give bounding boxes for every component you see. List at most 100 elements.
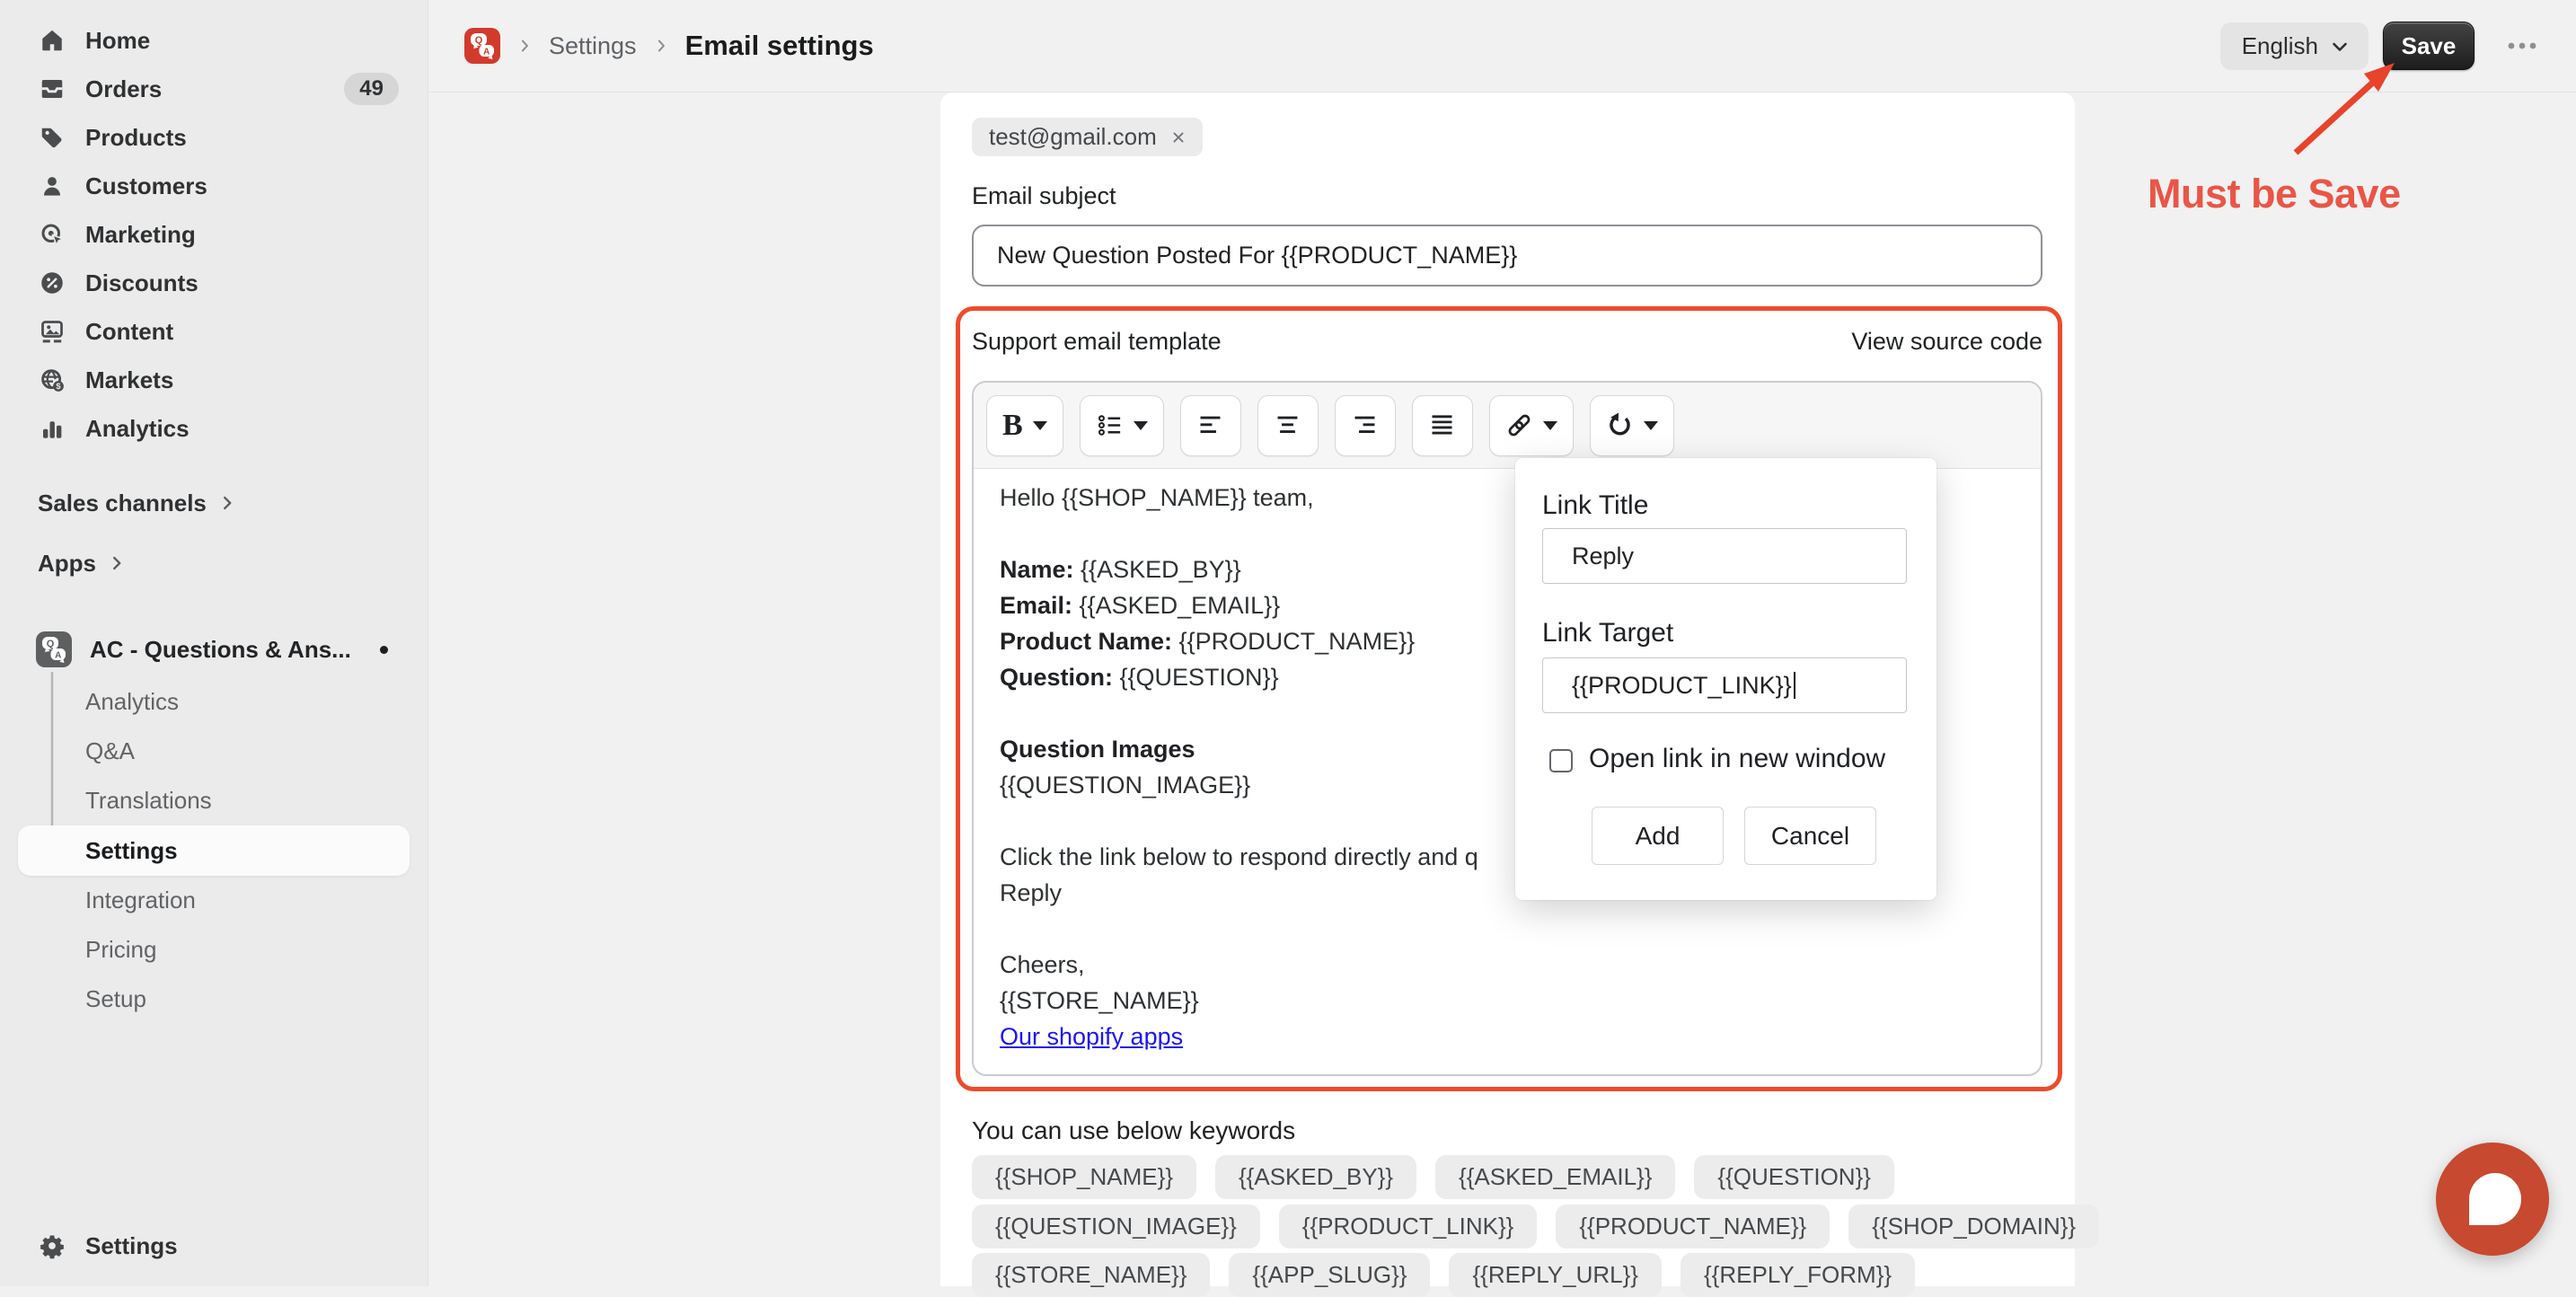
app-subnav-item-analytics[interactable]: Analytics [0, 677, 428, 727]
keyword-chip[interactable]: {{PRODUCT_LINK}} [1279, 1204, 1538, 1248]
analytics-icon [38, 414, 66, 443]
sidebar-item-label: Analytics [85, 415, 190, 443]
sidebar-item-customers[interactable]: Customers [0, 162, 428, 210]
keyword-chip[interactable]: {{QUESTION_IMAGE}} [972, 1204, 1260, 1248]
undo-icon [1606, 411, 1634, 439]
sidebar-item-marketing[interactable]: Marketing [0, 210, 428, 259]
sidebar-item-content[interactable]: Content [0, 307, 428, 356]
sidebar-item-discounts[interactable]: Discounts [0, 259, 428, 307]
marketing-icon [38, 220, 66, 249]
sidebar-item-analytics[interactable]: Analytics [0, 404, 428, 453]
sidebar-item-markets[interactable]: $Markets [0, 356, 428, 404]
save-button[interactable]: Save [2383, 22, 2475, 70]
keyword-chip[interactable]: {{SHOP_DOMAIN}} [1848, 1204, 2099, 1248]
sidebar-item-qa-app[interactable]: QA AC - Questions & Ans... [0, 622, 428, 677]
toolbar-align-justify-button[interactable] [1412, 395, 1473, 456]
link-target-value: {{PRODUCT_LINK}} [1572, 672, 1792, 700]
toolbar-undo-button[interactable] [1590, 395, 1674, 456]
sidebar-item-home[interactable]: Home [0, 16, 428, 65]
email-subject-input[interactable] [972, 225, 2042, 287]
keyword-chip[interactable]: {{PRODUCT_NAME}} [1556, 1204, 1830, 1248]
sidebar-item-label: Home [85, 27, 150, 55]
sidebar-item-products[interactable]: Products [0, 113, 428, 162]
page-title: Email settings [685, 30, 874, 62]
toolbar-align-right-button[interactable] [1335, 395, 1396, 456]
link-target-input[interactable]: {{PRODUCT_LINK}} [1542, 657, 1907, 713]
chat-launcher-button[interactable] [2436, 1143, 2549, 1256]
content-icon [38, 317, 66, 346]
caret-down-icon [1134, 421, 1148, 430]
keyword-chip[interactable]: {{REPLY_FORM}} [1681, 1253, 1915, 1297]
cancel-link-button[interactable]: Cancel [1744, 807, 1876, 865]
caret-down-icon [1033, 421, 1047, 430]
toolbar-bold-button[interactable]: B [986, 395, 1063, 456]
overflow-menu-button[interactable] [2504, 34, 2540, 59]
shopify-apps-link[interactable]: Our shopify apps [1000, 1023, 1183, 1050]
keyword-row: {{QUESTION_IMAGE}} {{PRODUCT_LINK}} {{PROD… [972, 1204, 2099, 1248]
gear-icon [38, 1231, 66, 1260]
add-link-button[interactable]: Add [1592, 807, 1724, 865]
toolbar-align-center-button[interactable] [1257, 395, 1319, 456]
keyword-chip[interactable]: {{APP_SLUG}} [1229, 1253, 1430, 1297]
app-subnav-item-settings[interactable]: Settings [18, 825, 410, 876]
link-title-input[interactable] [1542, 528, 1907, 584]
sidebar-item-apps[interactable]: Apps [0, 539, 428, 587]
recipient-email-chip[interactable]: test@gmail.com [972, 118, 1203, 156]
recipient-email-label: test@gmail.com [989, 123, 1157, 151]
svg-text:$: $ [56, 382, 61, 391]
keyword-chip[interactable]: {{QUESTION}} [1694, 1155, 1894, 1199]
chevron-down-icon [2329, 36, 2351, 57]
app-subnav-item-integration[interactable]: Integration [0, 876, 428, 925]
editor-text-run: Reply [1000, 879, 1062, 906]
view-source-code-link[interactable]: View source code [1851, 328, 2042, 356]
keyword-chip[interactable]: {{SHOP_NAME}} [972, 1155, 1196, 1199]
chevron-right-icon [652, 37, 670, 55]
app-name-label: AC - Questions & Ans... [90, 636, 351, 664]
bullet-list-icon [1096, 411, 1124, 439]
close-icon[interactable] [1169, 128, 1188, 147]
qa-app-icon: QA [36, 631, 72, 667]
keyword-chip[interactable]: {{REPLY_URL}} [1449, 1253, 1662, 1297]
toolbar-align-left-button[interactable] [1180, 395, 1241, 456]
link-target-label: Link Target [1542, 618, 1673, 648]
home-icon [38, 26, 66, 55]
template-section-title: Support email template [972, 328, 1222, 356]
sidebar: Home Orders49Products Customers Marketing Di… [0, 0, 428, 1286]
editor-text-run: {{ASKED_BY}} [1074, 556, 1241, 583]
page-header: QA Settings Email settings English Save [428, 0, 2576, 93]
keyword-chip[interactable]: {{STORE_NAME}} [972, 1253, 1210, 1297]
markets-icon: $ [38, 366, 66, 394]
chat-bubble-icon [2469, 1173, 2521, 1225]
language-select-button[interactable]: English [2220, 22, 2369, 70]
keywords-title: You can use below keywords [972, 1116, 1295, 1145]
app-subnav-item-pricing[interactable]: Pricing [0, 925, 428, 975]
sidebar-item-label: Customers [85, 172, 207, 200]
language-label: English [2242, 32, 2318, 60]
sidebar-item-label: Content [85, 318, 173, 346]
keyword-chip[interactable]: {{ASKED_BY}} [1215, 1155, 1416, 1199]
sidebar-item-label: Marketing [85, 221, 196, 249]
editor-text-run: {{STORE_NAME}} [1000, 987, 1199, 1014]
sidebar-item-label: Discounts [85, 269, 198, 297]
caret-down-icon [1543, 421, 1557, 430]
sidebar-item-settings-footer[interactable]: Settings [0, 1220, 428, 1272]
email-subject-label: Email subject [972, 182, 1116, 210]
annotation-label: Must be Save [2148, 171, 2401, 217]
keyword-row: {{STORE_NAME}} {{APP_SLUG}} {{REPLY_URL}} {… [972, 1253, 1915, 1297]
open-new-window-checkbox[interactable] [1549, 749, 1573, 772]
toolbar-link-button[interactable] [1489, 395, 1574, 456]
sidebar-item-orders[interactable]: Orders49 [0, 65, 428, 113]
sidebar-item-sales-channels[interactable]: Sales channels [0, 479, 428, 527]
toolbar-bullet-list-button[interactable] [1080, 395, 1164, 456]
app-subnav-item-q-a[interactable]: Q&A [0, 727, 428, 776]
editor-text-run: Question: [1000, 664, 1113, 691]
editor-text-run: Click the link below to respond directly… [1000, 843, 1478, 870]
app-subnav-item-setup[interactable]: Setup [0, 975, 428, 1024]
app-subnav-item-translations[interactable]: Translations [0, 776, 428, 825]
link-title-label: Link Title [1542, 490, 1648, 521]
breadcrumb-settings-link[interactable]: Settings [549, 32, 637, 60]
apps-label: Apps [38, 550, 96, 578]
chevron-right-icon [516, 37, 534, 55]
keyword-chip[interactable]: {{ASKED_EMAIL}} [1435, 1155, 1675, 1199]
editor-toolbar: B [974, 383, 2041, 469]
